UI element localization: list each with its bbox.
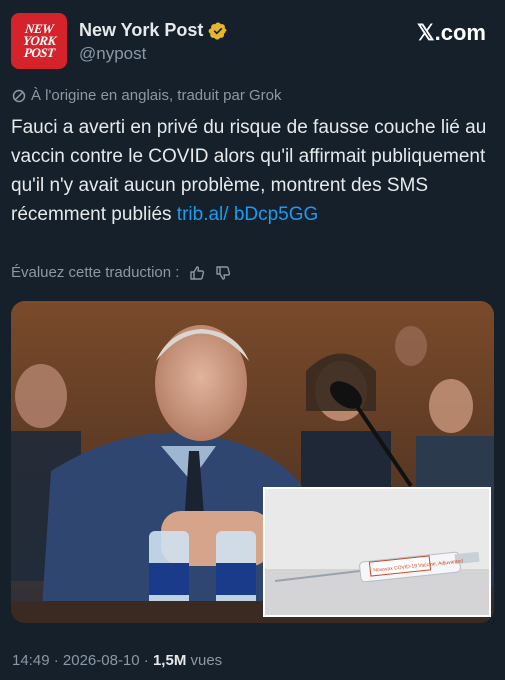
thumbs-down-icon[interactable]	[215, 265, 231, 281]
thumbs-up-icon[interactable]	[189, 265, 205, 281]
tweet-time[interactable]: 14:49	[12, 652, 50, 669]
tweet-date[interactable]: 2026-08-10	[63, 652, 140, 669]
vaccine-inset-image: Novavax COVID-19 Vaccine, Adjuvanted	[263, 487, 491, 617]
tweet-text: Fauci a averti en privé du risque de fau…	[11, 113, 491, 229]
separator-dot: ·	[53, 652, 63, 669]
rate-translation-label: Évaluez cette traduction :	[11, 264, 180, 281]
account-handle[interactable]: @nypost	[79, 44, 146, 64]
verified-badge-icon	[209, 21, 227, 40]
avatar[interactable]: NEW YORK POST	[11, 13, 67, 69]
translation-note-text: À l'origine en anglais, traduit par Grok	[31, 87, 282, 104]
translation-note: À l'origine en anglais, traduit par Grok	[12, 87, 282, 104]
brand-label: 𝕏.com	[416, 20, 486, 45]
tweet-footer: 14:49 · 2026-08-10 · 1,5M vues	[12, 652, 222, 669]
avatar-text-line: POST	[23, 45, 56, 60]
tweet-link[interactable]: trib.al/ bDcp5GG	[177, 204, 319, 225]
syringe-illustration: Novavax COVID-19 Vaccine, Adjuvanted	[265, 489, 489, 615]
translate-icon	[12, 89, 26, 102]
separator-dot: ·	[143, 652, 153, 669]
views-count: 1,5M	[152, 652, 187, 669]
rate-translation: Évaluez cette traduction :	[11, 264, 231, 281]
views-label: vues	[190, 652, 223, 669]
tweet-header: NEW YORK POST New York Post @nypost 𝕏.co…	[0, 0, 505, 80]
tweet-media-image[interactable]: Novavax COVID-19 Vaccine, Adjuvanted	[11, 301, 494, 623]
account-name[interactable]: New York Post	[79, 20, 203, 41]
